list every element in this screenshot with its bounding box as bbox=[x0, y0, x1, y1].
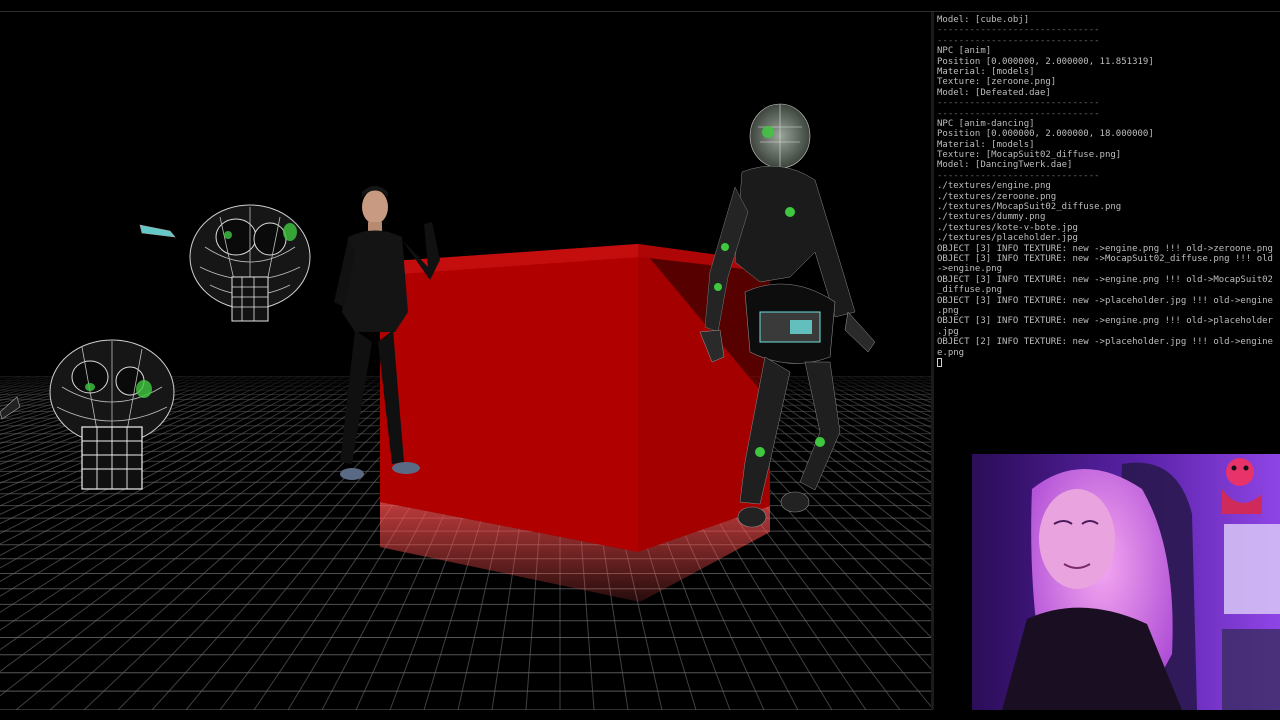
console-separator: ------------------------------ bbox=[937, 170, 1100, 181]
console-line: ->engine.png bbox=[937, 264, 1003, 275]
console-line: _diffuse.png bbox=[937, 285, 1003, 296]
console-line: OBJECT [3] INFO TEXTURE: new ->engine.pn… bbox=[937, 274, 1273, 285]
console-line: Texture: [MocapSuit02_diffuse.png] bbox=[937, 150, 1122, 161]
console-line: .png bbox=[937, 305, 959, 316]
console-line: NPC [anim] bbox=[937, 46, 992, 57]
console-line: OBJECT [2] INFO TEXTURE: new ->placehold… bbox=[937, 337, 1273, 348]
console-line: e.png bbox=[937, 347, 965, 358]
console-line: Material: [models] bbox=[937, 66, 1035, 77]
console-line: ./textures/dummy.png bbox=[937, 212, 1046, 223]
console-line: ./textures/engine.png bbox=[937, 181, 1051, 192]
console-line: OBJECT [3] INFO TEXTURE: new ->engine.pn… bbox=[937, 316, 1273, 327]
console-separator: ------------------------------ bbox=[937, 108, 1100, 119]
console-line: OBJECT [3] INFO TEXTURE: new ->placehold… bbox=[937, 295, 1273, 306]
console-panel[interactable]: Model: [cube.obj] -----------------------… bbox=[934, 12, 1280, 452]
scene-canvas bbox=[0, 103, 931, 710]
console-output: Model: [cube.obj] -----------------------… bbox=[937, 15, 1273, 368]
bottom-bar bbox=[0, 710, 1280, 720]
console-line: Position [0.000000, 2.000000, 18.000000] bbox=[937, 129, 1154, 140]
console-line: Model: [Defeated.dae] bbox=[937, 87, 1051, 98]
console-line: NPC [anim-dancing] bbox=[937, 118, 1035, 129]
console-line: .jpg bbox=[937, 326, 959, 337]
console-separator: ------------------------------ bbox=[937, 98, 1100, 109]
console-line: Position [0.000000, 2.000000, 11.851319] bbox=[937, 56, 1154, 67]
wireframe-monkey-head bbox=[139, 204, 311, 322]
scene-viewport[interactable] bbox=[0, 12, 931, 710]
text-cursor bbox=[937, 357, 942, 367]
console-line: OBJECT [3] INFO TEXTURE: new ->engine.pn… bbox=[937, 243, 1273, 254]
console-line: Material: [models] bbox=[937, 139, 1035, 150]
console-prompt[interactable] bbox=[937, 357, 1273, 368]
console-line: ./textures/placeholder.jpg bbox=[937, 233, 1078, 244]
console-line: Model: [DancingTwerk.dae] bbox=[937, 160, 1073, 171]
console-line: ./textures/MocapSuit02_diffuse.png bbox=[937, 202, 1122, 213]
webcam-image bbox=[972, 454, 1280, 710]
console-line: ./textures/kote-v-bote.jpg bbox=[937, 222, 1078, 233]
webcam-overlay bbox=[972, 454, 1280, 710]
console-line: Model: [cube.obj] bbox=[937, 15, 1030, 25]
console-line: OBJECT [3] INFO TEXTURE: new ->MocapSuit… bbox=[937, 253, 1273, 264]
console-line: Texture: [zeroone.png] bbox=[937, 77, 1057, 88]
console-line: ./textures/zeroone.png bbox=[937, 191, 1057, 202]
screen: Model: [cube.obj] -----------------------… bbox=[0, 0, 1280, 720]
console-separator: ------------------------------ bbox=[937, 25, 1100, 36]
console-separator: ------------------------------ bbox=[937, 35, 1100, 46]
